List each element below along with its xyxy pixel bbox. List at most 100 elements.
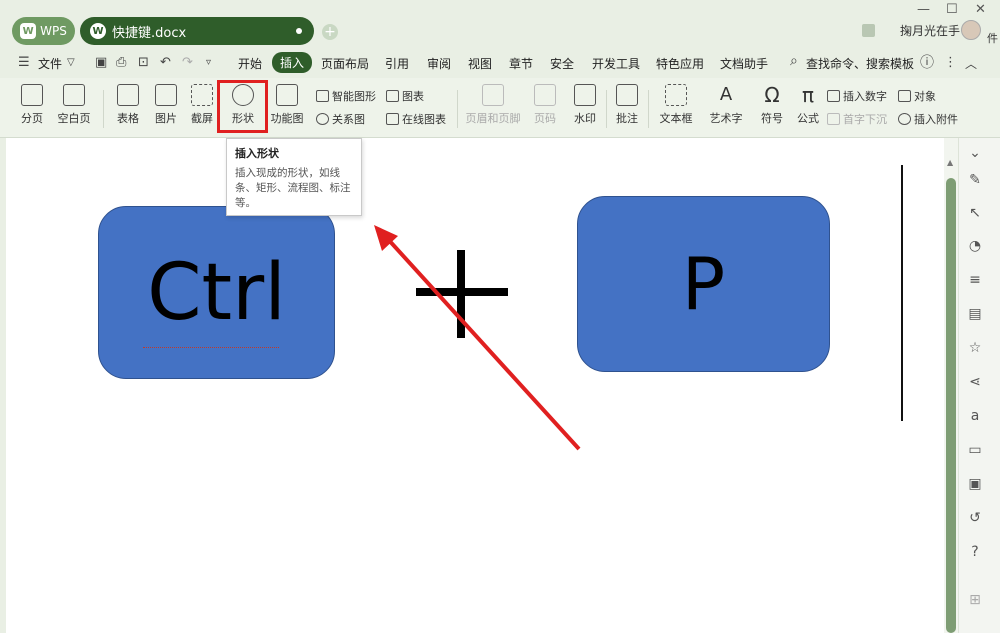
drop-cap-button[interactable]: 首字下沉: [827, 111, 887, 127]
close-button[interactable]: ✕: [975, 2, 986, 17]
share-icon[interactable]: ⋖: [967, 374, 983, 390]
menu-chapter[interactable]: 章节: [509, 55, 533, 72]
ribbon-divider: [648, 90, 649, 128]
p-key-shape[interactable]: P: [577, 196, 830, 372]
smart-art-button[interactable]: 智能图形: [316, 88, 376, 104]
menu-review[interactable]: 审阅: [427, 55, 451, 72]
menu-doc-assistant[interactable]: 文档助手: [720, 55, 768, 72]
page-break-label: 分页: [21, 112, 43, 125]
menu-view[interactable]: 视图: [468, 55, 492, 72]
screenshot-button[interactable]: 截屏: [186, 84, 218, 126]
save-icon[interactable]: ▣: [95, 55, 107, 70]
watermark-button[interactable]: 水印: [566, 84, 604, 126]
hamburger-menu-icon[interactable]: ☰: [18, 55, 30, 70]
word-art-button[interactable]: A 艺术字: [704, 84, 748, 126]
archive-icon[interactable]: ▭: [967, 442, 983, 458]
image-icon[interactable]: ▣: [967, 476, 983, 492]
translate-icon[interactable]: a: [967, 408, 983, 424]
relation-chart-label: 关系图: [332, 113, 365, 126]
menu-developer[interactable]: 开发工具: [592, 55, 640, 72]
menu-references[interactable]: 引用: [385, 55, 409, 72]
unsaved-dot-icon: [296, 28, 302, 34]
star-icon[interactable]: ☆: [967, 340, 983, 356]
scroll-up-icon[interactable]: ▲: [947, 158, 953, 167]
title-bar: W WPS W 快捷键.docx + — ☐ ✕ 掬月光在手 件: [0, 0, 1000, 46]
drop-cap-icon: [827, 113, 840, 125]
search-icon[interactable]: ⌕: [790, 53, 798, 69]
picture-search-icon[interactable]: ▤: [967, 306, 983, 322]
insert-number-button[interactable]: 插入数字: [827, 88, 887, 104]
menu-features[interactable]: 特色应用: [656, 55, 704, 72]
wps-tab-label: WPS: [40, 24, 67, 38]
avatar[interactable]: [961, 20, 981, 40]
undo-icon[interactable]: ↶: [160, 55, 171, 70]
page-number-icon: [534, 84, 556, 106]
minimize-button[interactable]: —: [917, 2, 930, 17]
formula-label: 公式: [797, 112, 819, 125]
table-icon: [117, 84, 139, 106]
picture-label: 图片: [155, 112, 177, 125]
relation-chart-button[interactable]: 关系图: [316, 111, 365, 127]
page-break-icon: [21, 84, 43, 106]
user-name[interactable]: 掬月光在手: [900, 22, 960, 39]
page-number-button[interactable]: 页码: [528, 84, 562, 126]
object-icon: [898, 90, 911, 102]
ctrl-key-shape[interactable]: Ctrl: [98, 206, 335, 379]
online-chart-button[interactable]: 在线图表: [386, 111, 446, 127]
menu-home[interactable]: 开始: [238, 55, 262, 72]
new-tab-plus-icon[interactable]: +: [322, 24, 338, 40]
quick-access-dropdown-icon[interactable]: ▿: [206, 57, 211, 68]
insert-number-icon: [827, 90, 840, 102]
function-chart-icon: [276, 84, 298, 106]
comment-icon: [616, 84, 638, 106]
picture-button[interactable]: 图片: [148, 84, 184, 126]
chart-button[interactable]: 图表: [386, 88, 424, 104]
file-menu[interactable]: 文件: [38, 55, 62, 72]
chevron-down-icon[interactable]: ▽: [67, 57, 75, 68]
table-button[interactable]: 表格: [110, 84, 146, 126]
document-tab[interactable]: W 快捷键.docx: [80, 17, 314, 45]
comment-button[interactable]: 批注: [612, 84, 642, 126]
print-preview-icon[interactable]: ⊡: [138, 55, 149, 70]
formula-button[interactable]: π 公式: [792, 84, 824, 126]
window-switch-icon[interactable]: [862, 24, 875, 37]
menu-security[interactable]: 安全: [550, 55, 574, 72]
wps-home-tab[interactable]: W WPS: [12, 17, 75, 45]
symbol-button[interactable]: Ω 符号: [756, 84, 788, 126]
vertical-scrollbar[interactable]: ▲: [944, 138, 958, 633]
paperclip-icon: [898, 113, 911, 125]
blank-page-button[interactable]: 空白页: [52, 84, 96, 126]
text-box-button[interactable]: 文本框: [654, 84, 698, 126]
print-icon[interactable]: ⎙: [116, 55, 126, 70]
grid-apps-icon[interactable]: ⊞: [967, 592, 983, 608]
table-label: 表格: [117, 112, 139, 125]
page-break-button[interactable]: 分页: [14, 84, 50, 126]
header-footer-icon: [482, 84, 504, 106]
object-button[interactable]: 对象: [898, 88, 936, 104]
document-tab-label: 快捷键.docx: [112, 25, 187, 41]
settings-sliders-icon[interactable]: ≡: [967, 272, 983, 288]
command-search[interactable]: 查找命令、搜索模板: [806, 55, 914, 72]
edge-text: 件: [987, 32, 998, 45]
function-chart-button[interactable]: 功能图: [266, 84, 308, 126]
more-icon[interactable]: ⋮: [944, 55, 957, 70]
maximize-button[interactable]: ☐: [946, 2, 958, 17]
collapse-ribbon-icon[interactable]: ︿: [965, 55, 977, 72]
redo-icon[interactable]: ↷: [182, 55, 193, 70]
chevron-down-icon[interactable]: ⌄: [967, 145, 983, 161]
relation-chart-icon: [316, 113, 329, 125]
help-icon[interactable]: ⓘ: [920, 52, 934, 72]
history-icon[interactable]: ↺: [967, 510, 983, 526]
shapes-panel-icon[interactable]: ◔: [967, 238, 983, 254]
header-footer-button[interactable]: 页眉和页脚: [462, 84, 524, 126]
menu-page-layout[interactable]: 页面布局: [321, 55, 369, 72]
smart-art-icon: [316, 90, 329, 102]
pen-icon[interactable]: ✎: [967, 172, 983, 188]
help-circle-icon[interactable]: ?: [967, 544, 983, 560]
insert-attachment-button[interactable]: 插入附件: [898, 111, 958, 127]
scrollbar-thumb[interactable]: [946, 178, 956, 633]
tooltip-title: 插入形状: [235, 147, 279, 160]
menu-insert[interactable]: 插入: [272, 52, 313, 73]
text-box-icon: [665, 84, 687, 106]
cursor-icon[interactable]: ↖: [967, 205, 983, 221]
